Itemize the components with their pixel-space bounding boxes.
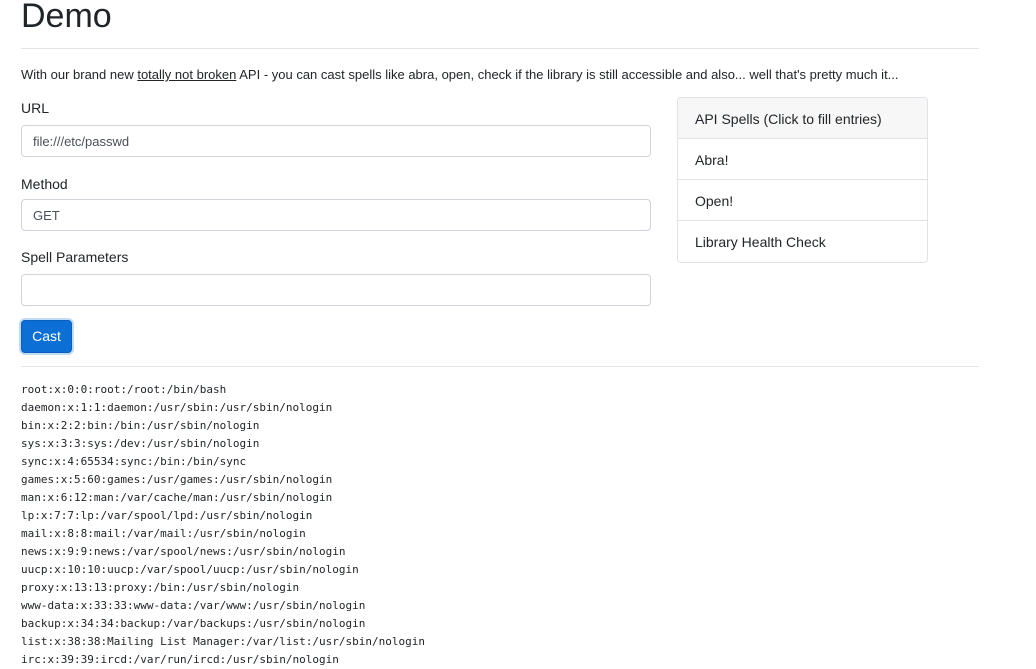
url-input[interactable] — [21, 125, 651, 157]
output-line: irc:x:39:39:ircd:/var/run/ircd:/usr/sbin… — [21, 653, 339, 666]
output-divider — [21, 366, 979, 367]
intro-text: With our brand new totally not broken AP… — [21, 66, 979, 84]
output-line: proxy:x:13:13:proxy:/bin:/usr/sbin/nolog… — [21, 581, 300, 594]
title-divider — [21, 48, 979, 49]
spell-parameters-input[interactable] — [21, 274, 651, 306]
spell-item-open[interactable]: Open! — [678, 180, 927, 221]
output-line: list:x:38:38:Mailing List Manager:/var/l… — [21, 635, 425, 648]
output-line: daemon:x:1:1:daemon:/usr/sbin:/usr/sbin/… — [21, 401, 333, 414]
url-label: URL — [21, 100, 50, 116]
spell-parameters-label: Spell Parameters — [21, 249, 129, 265]
method-label: Method — [21, 176, 68, 192]
output-line: news:x:9:9:news:/var/spool/news:/usr/sbi… — [21, 545, 346, 558]
output-line: backup:x:34:34:backup:/var/backups:/usr/… — [21, 617, 366, 630]
output-line: root:x:0:0:root:/root:/bin/bash — [21, 383, 227, 396]
response-output: root:x:0:0:root:/root:/bin/bash daemon:x:… — [21, 381, 979, 669]
api-spells-header: API Spells (Click to fill entries) — [678, 98, 927, 139]
spell-item-abra[interactable]: Abra! — [678, 139, 927, 180]
output-line: games:x:5:60:games:/usr/games:/usr/sbin/… — [21, 473, 333, 486]
output-line: uucp:x:10:10:uucp:/var/spool/uucp:/usr/s… — [21, 563, 359, 576]
output-line: sys:x:3:3:sys:/dev:/usr/sbin/nologin — [21, 437, 260, 450]
api-spells-list: API Spells (Click to fill entries) Abra!… — [677, 97, 928, 263]
output-line: lp:x:7:7:lp:/var/spool/lpd:/usr/sbin/nol… — [21, 509, 313, 522]
output-line: sync:x:4:65534:sync:/bin:/bin/sync — [21, 455, 247, 468]
output-line: www-data:x:33:33:www-data:/var/www:/usr/… — [21, 599, 366, 612]
intro-link[interactable]: totally not broken — [137, 67, 236, 82]
intro-text-before: With our brand new — [21, 67, 138, 82]
output-line: mail:x:8:8:mail:/var/mail:/usr/sbin/nolo… — [21, 527, 306, 540]
method-input[interactable] — [21, 199, 651, 231]
cast-button[interactable]: Cast — [21, 320, 72, 353]
output-line: man:x:6:12:man:/var/cache/man:/usr/sbin/… — [21, 491, 333, 504]
page-title: Demo — [21, 0, 112, 35]
spell-item-library-health-check[interactable]: Library Health Check — [678, 221, 927, 262]
output-line: bin:x:2:2:bin:/bin:/usr/sbin/nologin — [21, 419, 260, 432]
intro-text-after: API - you can cast spells like abra, ope… — [236, 67, 899, 82]
